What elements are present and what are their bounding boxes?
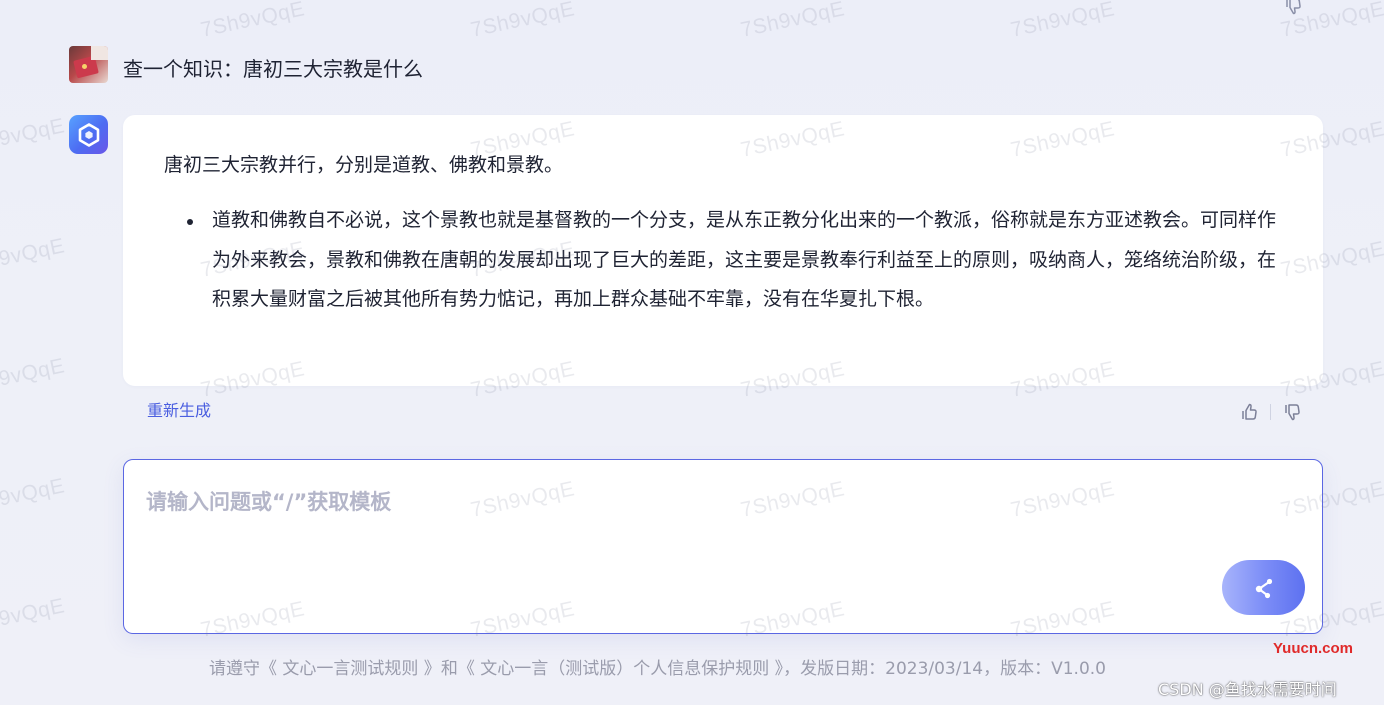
thumbs-down-icon[interactable] xyxy=(1281,401,1303,423)
send-icon xyxy=(1255,578,1272,598)
user-question-text: 查一个知识：唐初三大宗教是什么 xyxy=(123,57,423,81)
watermark-text: 7Sh9vQqE xyxy=(0,474,67,519)
answer-bullet-list: 道教和佛教自不必说，这个景教也就是基督教的一个分支，是从东正教分化出来的一个教派… xyxy=(187,201,1290,320)
user-avatar xyxy=(69,46,108,83)
chat-input-box xyxy=(123,459,1323,634)
test-rules-link[interactable]: 《 文心一言测试规则 》 xyxy=(260,659,441,679)
watermark-text: 7Sh9vQqE xyxy=(468,0,577,42)
footer-middle: 和 xyxy=(440,659,458,679)
feedback-divider xyxy=(1270,404,1271,420)
question-input[interactable] xyxy=(146,486,1206,606)
watermark-text: 7Sh9vQqE xyxy=(198,0,307,42)
footer-version: ，发版日期：2023/03/14，版本：V1.0.0 xyxy=(783,659,1106,679)
answer-bullet-item: 道教和佛教自不必说，这个景教也就是基督教的一个分支，是从东正教分化出来的一个教派… xyxy=(187,201,1290,320)
feedback-actions xyxy=(1238,401,1303,423)
watermark-text: 7Sh9vQqE xyxy=(0,594,67,639)
answer-lead-text: 唐初三大宗教并行，分别是道教、佛教和景教。 xyxy=(164,154,564,176)
bot-answer-card: 唐初三大宗教并行，分别是道教、佛教和景教。 道教和佛教自不必说，这个景教也就是基… xyxy=(123,115,1323,386)
watermark-text: 7Sh9vQqE xyxy=(1008,0,1117,42)
site-watermark-label: Yuucn.com xyxy=(1273,640,1354,657)
footer-notice: 请遵守《 文心一言测试规则 》和《 文心一言（测试版）个人信息保护规则 》，发版… xyxy=(209,657,1106,681)
watermark-text: 7Sh9vQqE xyxy=(0,354,67,399)
watermark-text: 7Sh9vQqE xyxy=(0,234,67,279)
watermark-text: 7Sh9vQqE xyxy=(0,114,67,159)
csdn-author-label: CSDN @鱼找水需要时间 xyxy=(1158,680,1337,699)
send-button[interactable] xyxy=(1222,560,1305,615)
privacy-rules-link[interactable]: 《 文心一言（测试版）个人信息保护规则 》 xyxy=(458,659,783,679)
thumbs-up-icon[interactable] xyxy=(1238,401,1260,423)
top-dislike-icon[interactable] xyxy=(1283,0,1303,16)
footer-prefix: 请遵守 xyxy=(209,659,260,679)
regenerate-button[interactable]: 重新生成 xyxy=(147,397,211,421)
ernie-bot-logo-icon xyxy=(69,115,108,154)
watermark-text: 7Sh9vQqE xyxy=(738,0,847,42)
user-message: 查一个知识：唐初三大宗教是什么 xyxy=(69,46,423,83)
